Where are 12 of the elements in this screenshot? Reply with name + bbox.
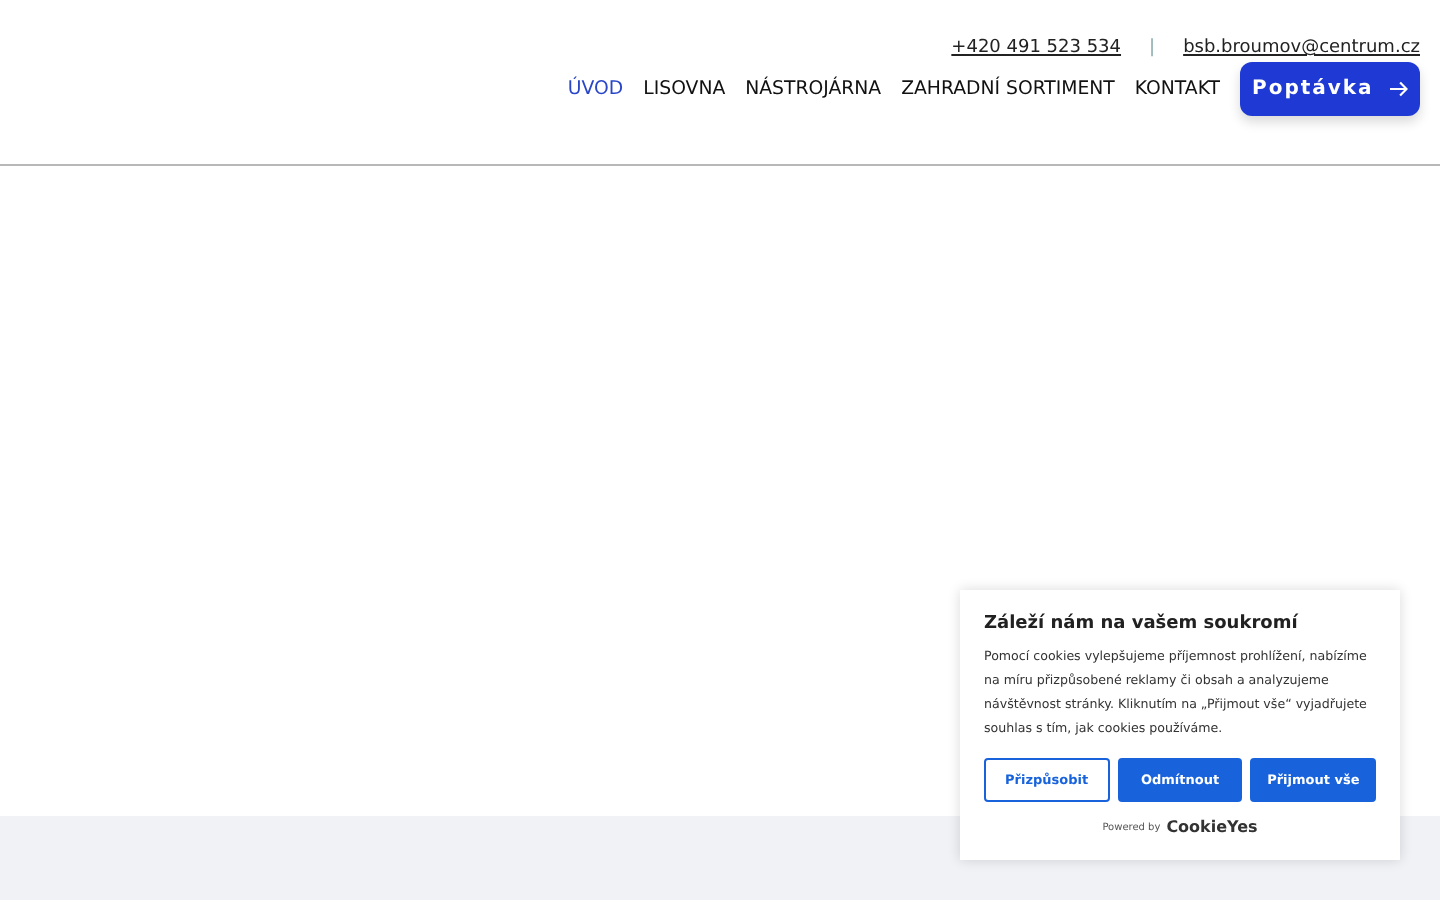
- nav-link[interactable]: ZAHRADNÍ SORTIMENT: [901, 78, 1115, 100]
- separator: |: [1149, 38, 1156, 58]
- phone-link[interactable]: +420 491 523 534: [951, 38, 1122, 58]
- email-link[interactable]: bsb.broumov@centrum.cz: [1183, 38, 1420, 58]
- nav-link[interactable]: NÁSTROJÁRNA: [745, 78, 882, 100]
- nav-link[interactable]: KONTAKT: [1134, 78, 1220, 100]
- nav-link[interactable]: ÚVOD: [567, 78, 624, 100]
- brand-logo: CookieYes: [1166, 818, 1258, 836]
- inquiry-button[interactable]: Poptávka: [1240, 62, 1420, 116]
- nav-link[interactable]: LISOVNA: [643, 78, 726, 100]
- arrow-right-icon: [1389, 80, 1408, 98]
- banner-title: Záleží nám na vašem soukromí: [984, 614, 1300, 634]
